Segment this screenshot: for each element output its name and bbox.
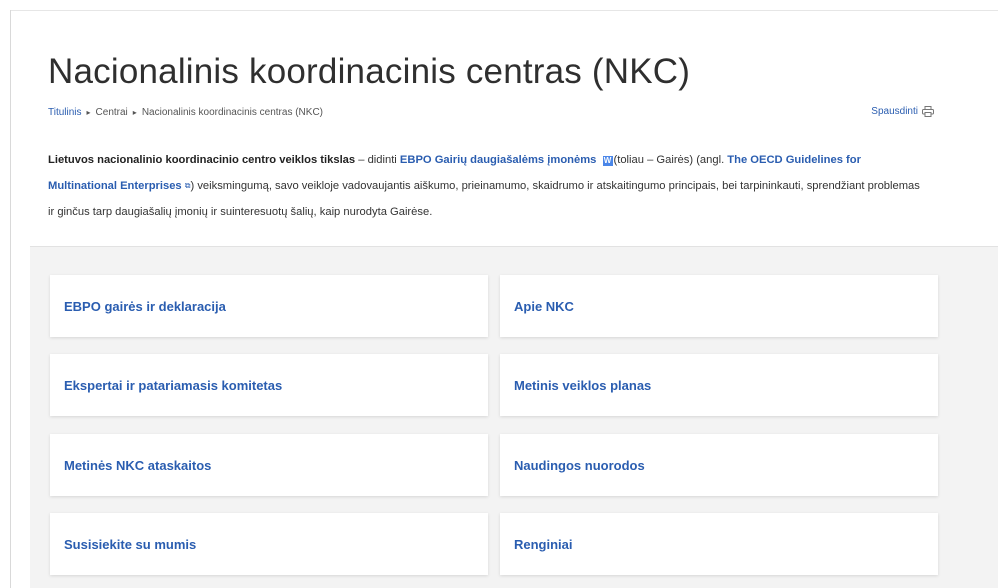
printer-icon — [922, 106, 934, 117]
card-naudingos-nuorodos[interactable]: Naudingos nuorodos — [500, 434, 938, 496]
breadcrumb: Titulinis ▸ Centrai ▸ Nacionalinis koord… — [48, 107, 323, 118]
word-document-icon[interactable]: W — [602, 156, 613, 166]
print-label: Spausdinti — [871, 106, 918, 117]
window-top-edge — [10, 10, 998, 11]
card-ebpo-gaires[interactable]: EBPO gairės ir deklaracija — [50, 275, 488, 337]
intro-after-ebpo: (toliau – Gairės) (angl. — [613, 154, 728, 166]
breadcrumb-centers-link[interactable]: Centrai — [96, 107, 128, 118]
page-frame: Nacionalinis koordinacinis centras (NKC)… — [0, 0, 998, 588]
window-left-edge — [10, 10, 11, 588]
breadcrumb-current: Nacionalinis koordinacinis centras (NKC) — [141, 107, 323, 118]
breadcrumb-separator: ▸ — [86, 108, 91, 117]
card-apie-nkc[interactable]: Apie NKC — [500, 275, 938, 337]
intro-paragraph: Lietuvos nacionalinio koordinacinio cent… — [48, 147, 928, 225]
card-susisiekite[interactable]: Susisiekite su mumis — [50, 513, 488, 575]
card-metines-ataskaitos[interactable]: Metinės NKC ataskaitos — [50, 434, 488, 496]
page-title: Nacionalinis koordinacinis centras (NKC) — [48, 52, 691, 91]
breadcrumb-home-link[interactable]: Titulinis — [48, 107, 82, 118]
print-button[interactable]: Spausdinti — [871, 106, 934, 117]
intro-lead: Lietuvos nacionalinio koordinacinio cent… — [48, 154, 356, 166]
ebpo-guidelines-link[interactable]: EBPO Gairių daugiašalėms įmonėms — [400, 154, 596, 166]
card-renginiai[interactable]: Renginiai — [500, 513, 938, 575]
intro-dash-text: – didinti — [355, 154, 400, 166]
card-ekspertai[interactable]: Ekspertai ir patariamasis komitetas — [50, 354, 488, 416]
breadcrumb-separator: ▸ — [132, 108, 137, 117]
card-metinis-planas[interactable]: Metinis veiklos planas — [500, 354, 938, 416]
